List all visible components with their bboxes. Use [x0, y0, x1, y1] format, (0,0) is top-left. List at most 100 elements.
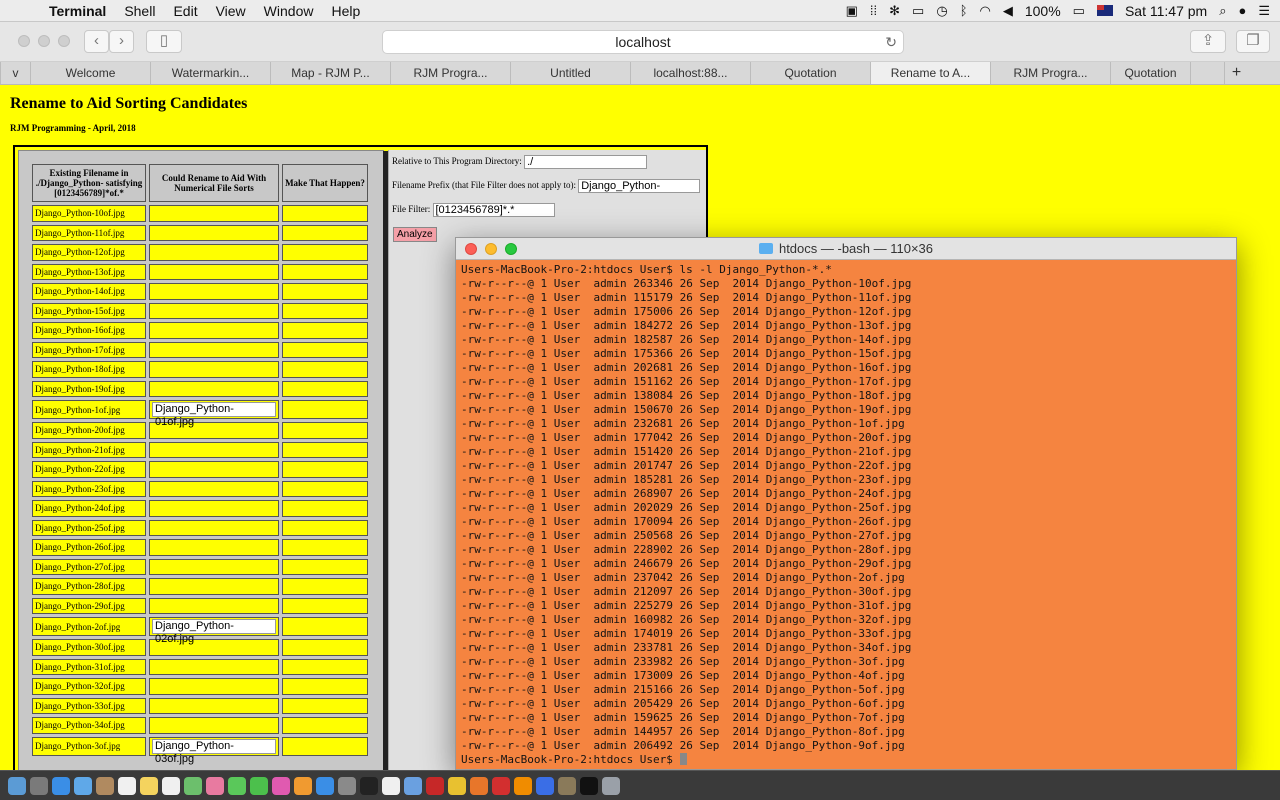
tab-rjm-programming-2[interactable]: RJM Progra... — [990, 62, 1110, 84]
close-window-button[interactable] — [18, 35, 30, 47]
rename-input[interactable]: Django_Python-01of.jpg — [152, 402, 276, 428]
make-it-happen-cell[interactable] — [282, 639, 368, 656]
menu-view[interactable]: View — [207, 3, 255, 19]
volume-icon[interactable]: ◀ — [1003, 4, 1013, 17]
make-it-happen-cell[interactable] — [282, 558, 368, 575]
make-it-happen-cell[interactable] — [282, 283, 368, 300]
time-machine-icon[interactable]: ◷ — [936, 4, 947, 17]
analyze-button[interactable]: Analyze — [393, 227, 437, 242]
launchpad-icon[interactable] — [30, 776, 48, 795]
terminal-close-button[interactable] — [465, 243, 477, 255]
show-tabs-button[interactable]: ❐ — [1236, 30, 1270, 53]
make-it-happen-cell[interactable] — [282, 341, 368, 358]
safari-icon[interactable] — [52, 776, 70, 795]
siri-icon[interactable]: ● — [1238, 4, 1246, 17]
maps-icon[interactable] — [184, 776, 202, 795]
notification-center-icon[interactable]: ☰ — [1258, 4, 1270, 17]
reminders-icon[interactable] — [162, 776, 180, 795]
status-dots-icon[interactable]: ⁞⁞ — [870, 4, 877, 17]
make-it-happen-cell[interactable] — [282, 539, 368, 556]
xcode-icon[interactable] — [536, 776, 554, 795]
make-it-happen-cell[interactable] — [282, 380, 368, 397]
chrome-icon[interactable] — [448, 776, 466, 795]
make-it-happen-cell[interactable] — [282, 678, 368, 695]
make-it-happen-cell[interactable] — [282, 422, 368, 439]
address-bar[interactable]: localhost ↻ — [382, 30, 904, 54]
itunes-icon[interactable] — [272, 776, 290, 795]
terminal-zoom-button[interactable] — [505, 243, 517, 255]
rename-input[interactable]: Django_Python-03of.jpg — [152, 738, 276, 765]
make-it-happen-cell[interactable] — [282, 717, 368, 734]
share-button[interactable]: ⇪ — [1190, 30, 1226, 53]
vlc-icon[interactable] — [514, 776, 532, 795]
make-it-happen-cell[interactable] — [282, 597, 368, 614]
terminal-output[interactable]: Users-MacBook-Pro-2:htdocs User$ ls -l D… — [456, 260, 1236, 767]
contacts-icon[interactable] — [96, 776, 114, 795]
airplay-icon[interactable]: ▭ — [912, 4, 924, 17]
forward-button[interactable]: › — [109, 30, 134, 53]
spotlight-search-icon[interactable]: ⌕ — [1219, 4, 1226, 17]
input-source-flag-icon[interactable] — [1096, 5, 1113, 16]
gimp-icon[interactable] — [558, 776, 576, 795]
make-it-happen-cell[interactable] — [282, 302, 368, 319]
make-it-happen-cell[interactable] — [282, 205, 368, 222]
make-it-happen-cell[interactable] — [282, 578, 368, 595]
terminal-minimize-button[interactable] — [485, 243, 497, 255]
tab-0[interactable]: v — [0, 62, 30, 84]
reload-icon[interactable]: ↻ — [885, 31, 897, 53]
opera-icon[interactable] — [492, 776, 510, 795]
make-it-happen-cell[interactable] — [282, 658, 368, 675]
preview-icon[interactable] — [404, 776, 422, 795]
ibooks-icon[interactable] — [294, 776, 312, 795]
calendar-icon[interactable] — [118, 776, 136, 795]
program-directory-input[interactable] — [524, 155, 648, 169]
make-it-happen-cell[interactable] — [282, 519, 368, 536]
firefox-icon[interactable] — [470, 776, 488, 795]
battery-percent[interactable]: 100% — [1025, 3, 1061, 19]
tab-rjm-programming-1[interactable]: RJM Progra... — [390, 62, 510, 84]
tab-rename-active[interactable]: Rename to A... — [870, 62, 990, 84]
facetime-icon[interactable] — [250, 776, 268, 795]
make-it-happen-cell[interactable] — [282, 322, 368, 339]
bluetooth-icon[interactable]: ᛒ — [960, 4, 968, 17]
textedit-icon[interactable] — [382, 776, 400, 795]
zoom-window-button[interactable] — [58, 35, 70, 47]
tab-map[interactable]: Map - RJM P... — [270, 62, 390, 84]
menu-help[interactable]: Help — [322, 3, 369, 19]
make-it-happen-cell[interactable] — [282, 400, 368, 419]
make-it-happen-cell[interactable] — [282, 361, 368, 378]
make-it-happen-cell[interactable] — [282, 461, 368, 478]
file-filter-input[interactable] — [432, 203, 555, 217]
menu-shell[interactable]: Shell — [115, 3, 164, 19]
appstore-icon[interactable] — [316, 776, 334, 795]
back-button[interactable]: ‹ — [84, 30, 109, 53]
menubar-clock[interactable]: Sat 11:47 pm — [1125, 3, 1207, 19]
menu-window[interactable]: Window — [255, 3, 323, 19]
status-app-icon[interactable]: ▣ — [846, 4, 858, 17]
tab-welcome[interactable]: Welcome — [30, 62, 150, 84]
sidebar-toggle-button[interactable]: ▯ — [146, 30, 182, 53]
tab-untitled[interactable]: Untitled — [510, 62, 630, 84]
tab-quotation-2[interactable]: Quotation — [1110, 62, 1190, 84]
tab-watermarking[interactable]: Watermarkin... — [150, 62, 270, 84]
messages-icon[interactable] — [228, 776, 246, 795]
iterm-icon[interactable] — [580, 776, 598, 795]
make-it-happen-cell[interactable] — [282, 480, 368, 497]
make-it-happen-cell[interactable] — [282, 500, 368, 517]
make-it-happen-cell[interactable] — [282, 697, 368, 714]
make-it-happen-cell[interactable] — [282, 263, 368, 280]
app-menu-terminal[interactable]: Terminal — [40, 3, 115, 19]
make-it-happen-cell[interactable] — [282, 736, 368, 756]
trash-icon[interactable] — [602, 776, 620, 795]
notes-icon[interactable] — [140, 776, 158, 795]
filename-prefix-input[interactable] — [578, 179, 701, 193]
tab-quotation-1[interactable]: Quotation — [750, 62, 870, 84]
status-tool-icon[interactable]: ✻ — [889, 4, 900, 17]
make-it-happen-cell[interactable] — [282, 617, 368, 636]
finder-icon[interactable] — [8, 776, 26, 795]
wifi-icon[interactable]: ◠ — [980, 4, 991, 17]
make-it-happen-cell[interactable] — [282, 224, 368, 241]
photos-icon[interactable] — [206, 776, 224, 795]
terminal-icon[interactable] — [360, 776, 378, 795]
make-it-happen-cell[interactable] — [282, 244, 368, 261]
